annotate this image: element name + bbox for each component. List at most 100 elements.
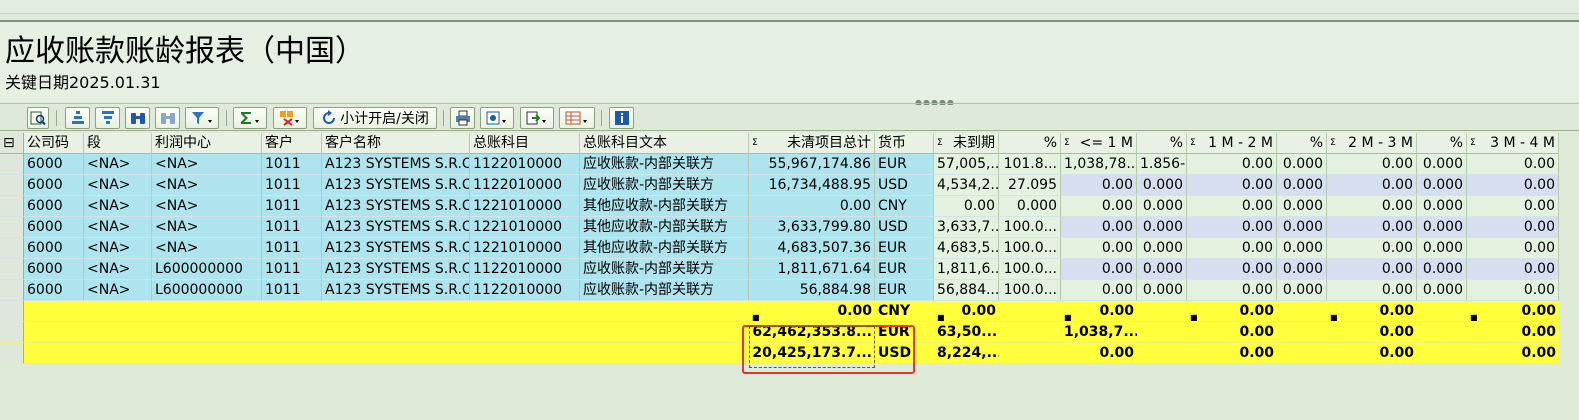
table-cell[interactable]: EUR <box>875 154 934 175</box>
table-cell[interactable]: 0.00 <box>1187 175 1277 196</box>
table-cell[interactable]: 0.00 <box>1061 280 1137 301</box>
table-cell[interactable]: 0.00 <box>1327 259 1417 280</box>
table-cell[interactable]: 100.0... <box>999 238 1061 259</box>
table-cell[interactable]: <NA> <box>84 217 152 238</box>
table-cell[interactable]: 0.00 <box>1327 196 1417 217</box>
table-row[interactable]: 6000 <NA> <NA> 1011 A123 SYSTEMS S.R.O 112201… <box>0 175 1579 196</box>
table-cell[interactable]: 1011 <box>262 175 322 196</box>
row-selector[interactable] <box>0 280 24 301</box>
table-cell[interactable]: 0.00 <box>1061 259 1137 280</box>
table-cell[interactable]: 6000 <box>24 175 84 196</box>
table-cell[interactable]: 应收账款-内部关联方 <box>580 175 749 196</box>
table-cell[interactable]: 0.000 <box>1137 280 1187 301</box>
table-cell[interactable]: <NA> <box>152 196 262 217</box>
total-cell[interactable]: 0.00 ■ <box>1061 301 1137 322</box>
column-header[interactable]: % <box>1137 133 1187 154</box>
table-cell[interactable]: 100.0... <box>999 280 1061 301</box>
row-selector[interactable] <box>0 322 24 343</box>
table-row[interactable]: 6000 <NA> <NA> 1011 A123 SYSTEMS S.R.O 122101… <box>0 238 1579 259</box>
table-cell[interactable]: 6000 <box>24 217 84 238</box>
table-cell[interactable]: 57,005,... <box>934 154 999 175</box>
total-cell[interactable]: 0.00 ■ <box>934 301 999 322</box>
table-cell[interactable]: EUR <box>875 280 934 301</box>
total-empty[interactable] <box>1277 322 1327 343</box>
table-cell[interactable]: 1,811,6... <box>934 259 999 280</box>
table-cell[interactable]: 55,967,174.86 <box>749 154 875 175</box>
info-button[interactable] <box>609 107 634 129</box>
total-empty[interactable] <box>1417 301 1467 322</box>
column-header[interactable]: 总账科目 <box>470 133 580 154</box>
total-cell[interactable]: 0.00 <box>1187 322 1277 343</box>
column-header[interactable]: % <box>1417 133 1467 154</box>
table-cell[interactable]: 1011 <box>262 259 322 280</box>
row-selector[interactable] <box>0 154 24 175</box>
subtotal-toggle-button[interactable]: 小计开启/关闭 <box>313 107 437 129</box>
table-cell[interactable]: 0.00 <box>1061 196 1137 217</box>
table-cell[interactable]: 6000 <box>24 196 84 217</box>
table-cell[interactable]: 0.000 <box>1277 217 1327 238</box>
table-cell[interactable]: 0.000 <box>1417 196 1467 217</box>
total-cell[interactable]: 0.00 <box>1061 343 1137 364</box>
table-cell[interactable]: 1122010000 <box>470 175 580 196</box>
table-cell[interactable]: 0.00 <box>1187 217 1277 238</box>
table-row[interactable]: 6000 <NA> <NA> 1011 A123 SYSTEMS S.R.O 112201… <box>0 154 1579 175</box>
column-header[interactable]: % <box>1277 133 1327 154</box>
total-cell[interactable]: 0.00 <box>1467 322 1559 343</box>
sort-descending-button[interactable] <box>95 107 120 129</box>
table-cell[interactable]: A123 SYSTEMS S.R.O <box>322 196 470 217</box>
table-row[interactable]: 6000 <NA> L600000000 1011 A123 SYSTEMS S.R.O… <box>0 280 1579 301</box>
export-button[interactable] <box>520 107 554 129</box>
table-cell[interactable]: 101.8... <box>999 154 1061 175</box>
table-cell[interactable]: <NA> <box>152 175 262 196</box>
views-button[interactable] <box>480 107 514 129</box>
layout-button[interactable] <box>559 107 595 129</box>
sum-button[interactable] <box>233 107 267 129</box>
row-selector[interactable] <box>0 175 24 196</box>
table-cell[interactable]: 0.00 <box>1467 175 1559 196</box>
table-cell[interactable]: 1011 <box>262 196 322 217</box>
table-cell[interactable]: 其他应收款-内部关联方 <box>580 217 749 238</box>
total-cell[interactable]: 0.00 ■ <box>1187 301 1277 322</box>
table-cell[interactable]: 1122010000 <box>470 154 580 175</box>
table-cell[interactable]: 3,633,7... <box>934 217 999 238</box>
column-header[interactable]: 段 <box>84 133 152 154</box>
table-cell[interactable]: 6000 <box>24 259 84 280</box>
table-cell[interactable]: <NA> <box>84 238 152 259</box>
total-cell[interactable]: 1,038,7... <box>1061 322 1137 343</box>
table-cell[interactable]: 0.00 <box>1467 280 1559 301</box>
total-cell[interactable]: 0.00 ■ <box>1467 301 1559 322</box>
table-cell[interactable]: A123 SYSTEMS S.R.O <box>322 259 470 280</box>
table-cell[interactable]: 0.000 <box>1277 196 1327 217</box>
table-cell[interactable]: 1011 <box>262 217 322 238</box>
table-cell[interactable]: 56,884.... <box>934 280 999 301</box>
table-row[interactable]: 6000 <NA> <NA> 1011 A123 SYSTEMS S.R.O 122101… <box>0 196 1579 217</box>
table-cell[interactable]: 0.00 <box>1467 238 1559 259</box>
table-cell[interactable]: <NA> <box>84 259 152 280</box>
filter-button[interactable] <box>185 107 219 129</box>
total-cell[interactable]: 0.00 <box>1467 343 1559 364</box>
column-header[interactable]: 2 M - 3 MΣ <box>1327 133 1417 154</box>
total-empty[interactable] <box>1277 343 1327 364</box>
table-cell[interactable]: A123 SYSTEMS S.R.O <box>322 280 470 301</box>
total-empty[interactable] <box>1417 343 1467 364</box>
column-header[interactable]: 货币 <box>875 133 934 154</box>
table-cell[interactable]: CNY <box>875 196 934 217</box>
column-header[interactable]: 总账科目文本 <box>580 133 749 154</box>
table-cell[interactable]: 0.000 <box>1137 217 1187 238</box>
table-cell[interactable]: A123 SYSTEMS S.R.O <box>322 217 470 238</box>
table-cell[interactable]: 0.000 <box>1137 238 1187 259</box>
table-cell[interactable]: 其他应收款-内部关联方 <box>580 238 749 259</box>
table-cell[interactable]: 0.00 <box>1327 238 1417 259</box>
table-cell[interactable]: 100.0... <box>999 217 1061 238</box>
table-cell[interactable]: 0.00 <box>1061 217 1137 238</box>
total-cell[interactable]: 0.00 <box>1327 343 1417 364</box>
table-cell[interactable]: 0.00 <box>1327 217 1417 238</box>
total-empty[interactable] <box>999 343 1061 364</box>
table-cell[interactable]: 1011 <box>262 238 322 259</box>
total-cell[interactable]: 8,224,... <box>934 343 999 364</box>
table-cell[interactable]: 其他应收款-内部关联方 <box>580 196 749 217</box>
table-cell[interactable]: 0.000 <box>1417 154 1467 175</box>
column-header[interactable]: 客户 <box>262 133 322 154</box>
total-cell[interactable]: 0.00 ■ <box>749 301 875 322</box>
total-cell[interactable]: 0.00 ■ <box>1327 301 1417 322</box>
